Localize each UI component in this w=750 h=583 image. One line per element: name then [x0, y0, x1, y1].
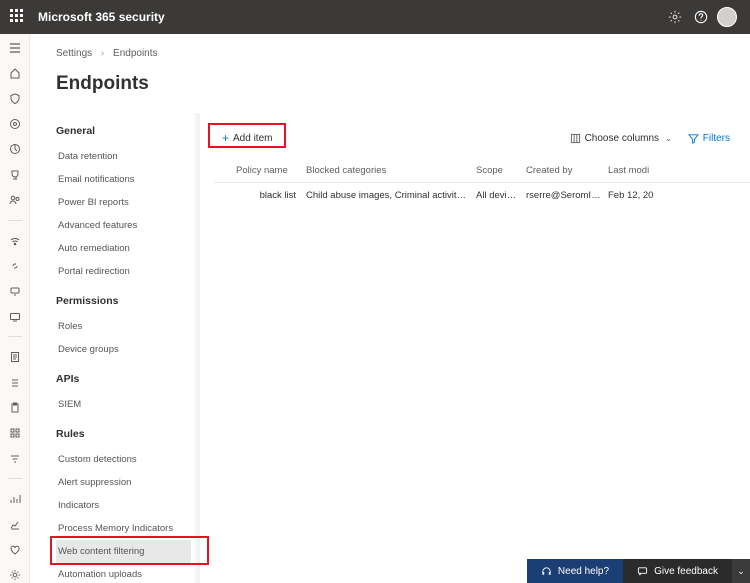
sidenav-item[interactable]: Data retention	[56, 145, 191, 168]
need-help-label: Need help?	[558, 566, 609, 577]
app-title: Microsoft 365 security	[38, 10, 165, 24]
col-created[interactable]: Created by	[526, 165, 608, 176]
report-icon[interactable]	[7, 349, 23, 364]
link-icon[interactable]	[7, 258, 23, 273]
sidenav-item[interactable]: Custom detections	[56, 448, 191, 471]
rail-divider	[8, 336, 22, 337]
sidenav-group-title: General	[56, 125, 191, 137]
feedback-chevron[interactable]: ⌄	[732, 559, 750, 583]
nav-rail	[0, 34, 30, 583]
devices-icon[interactable]	[7, 284, 23, 299]
settings-sidenav: General Data retentionEmail notifications…	[30, 113, 200, 583]
health-icon[interactable]	[7, 542, 23, 557]
global-header: Microsoft 365 security	[0, 0, 750, 34]
sidenav-group-title: Permissions	[56, 295, 191, 307]
feedback-icon	[637, 566, 648, 577]
secure-score-icon[interactable]	[7, 142, 23, 157]
give-feedback-label: Give feedback	[654, 566, 718, 577]
cell-scope: All devices	[476, 190, 526, 201]
alert-icon[interactable]	[7, 116, 23, 131]
sidenav-item[interactable]: Auto remediation	[56, 237, 191, 260]
list-icon[interactable]	[7, 375, 23, 390]
page-title: Endpoints	[30, 59, 750, 113]
sidenav-group-title: Rules	[56, 428, 191, 440]
trophy-icon[interactable]	[7, 167, 23, 182]
sidenav-item[interactable]: Email notifications	[56, 168, 191, 191]
cell-policy: black list	[236, 190, 306, 201]
breadcrumb: Settings › Endpoints	[30, 34, 750, 59]
breadcrumb-root[interactable]: Settings	[56, 48, 92, 59]
content: General Data retentionEmail notifications…	[30, 113, 750, 583]
sidenav-item[interactable]: SIEM	[56, 393, 191, 416]
avatar[interactable]	[714, 0, 740, 34]
sidenav-item[interactable]: Alert suppression	[56, 471, 191, 494]
footer-actions: Need help? Give feedback ⌄	[527, 559, 750, 583]
shell: Settings › Endpoints Endpoints General Da…	[0, 34, 750, 583]
monitor-icon[interactable]	[7, 309, 23, 324]
toolbar: + Add item Choose columns ⌄ Filters	[214, 123, 750, 153]
filters-button[interactable]: Filters	[680, 129, 738, 148]
rail-divider	[8, 220, 22, 221]
table-header: Policy name Blocked categories Scope Cre…	[214, 159, 750, 183]
col-policy-name[interactable]: Policy name	[236, 165, 306, 176]
sidenav-item[interactable]: Automation uploads	[56, 563, 191, 583]
need-help-button[interactable]: Need help?	[527, 559, 623, 583]
chevron-down-icon: ⌄	[737, 566, 745, 577]
plus-icon: +	[222, 131, 229, 145]
breadcrumb-current: Endpoints	[113, 48, 157, 59]
chevron-right-icon: ›	[101, 48, 104, 59]
users-icon[interactable]	[7, 192, 23, 207]
give-feedback-button[interactable]: Give feedback	[623, 559, 732, 583]
filters-label: Filters	[703, 133, 730, 144]
columns-icon	[570, 133, 581, 144]
col-scope[interactable]: Scope	[476, 165, 526, 176]
add-item-label: Add item	[233, 133, 272, 144]
add-item-button[interactable]: + Add item	[214, 127, 280, 149]
sidenav-item[interactable]: Power BI reports	[56, 191, 191, 214]
hamburger-icon[interactable]	[7, 40, 23, 55]
sidenav-item[interactable]: Portal redirection	[56, 260, 191, 283]
sidenav-item[interactable]: Indicators	[56, 494, 191, 517]
wifi-icon[interactable]	[7, 233, 23, 248]
shield-icon[interactable]	[7, 91, 23, 106]
grid-icon[interactable]	[7, 426, 23, 441]
table-row[interactable]: black listChild abuse images, Criminal a…	[214, 183, 750, 207]
choose-columns-button[interactable]: Choose columns ⌄	[562, 129, 680, 148]
sidenav-item[interactable]: Roles	[56, 315, 191, 338]
settings-panel: + Add item Choose columns ⌄ Filters	[200, 113, 750, 583]
analytics-icon[interactable]	[7, 517, 23, 532]
policies-table: Policy name Blocked categories Scope Cre…	[214, 159, 750, 207]
sidenav-item[interactable]: Web content filtering	[56, 540, 191, 563]
headset-icon	[541, 566, 552, 577]
col-modified[interactable]: Last modi	[608, 165, 668, 176]
cell-blocked: Child abuse images, Criminal activity, H…	[306, 190, 476, 201]
choose-columns-label: Choose columns	[585, 133, 659, 144]
cell-modified: Feb 12, 20	[608, 190, 668, 201]
gear-icon[interactable]	[662, 0, 688, 34]
rail-divider	[8, 478, 22, 479]
clipboard-icon[interactable]	[7, 400, 23, 415]
cell-created: rserre@SeromIT.com	[526, 190, 608, 201]
col-blocked[interactable]: Blocked categories	[306, 165, 476, 176]
help-icon[interactable]	[688, 0, 714, 34]
main: Settings › Endpoints Endpoints General Da…	[30, 34, 750, 583]
filter-icon	[688, 133, 699, 144]
sidenav-item[interactable]: Process Memory Indicators	[56, 517, 191, 540]
sidenav-group-title: APIs	[56, 373, 191, 385]
sidenav-item[interactable]: Advanced features	[56, 214, 191, 237]
settings-icon[interactable]	[7, 568, 23, 583]
app-launcher-icon[interactable]	[10, 9, 26, 25]
chart-icon[interactable]	[7, 491, 23, 506]
sidenav-item[interactable]: Device groups	[56, 338, 191, 361]
filter-icon[interactable]	[7, 451, 23, 466]
chevron-down-icon: ⌄	[665, 134, 672, 143]
home-icon[interactable]	[7, 65, 23, 80]
